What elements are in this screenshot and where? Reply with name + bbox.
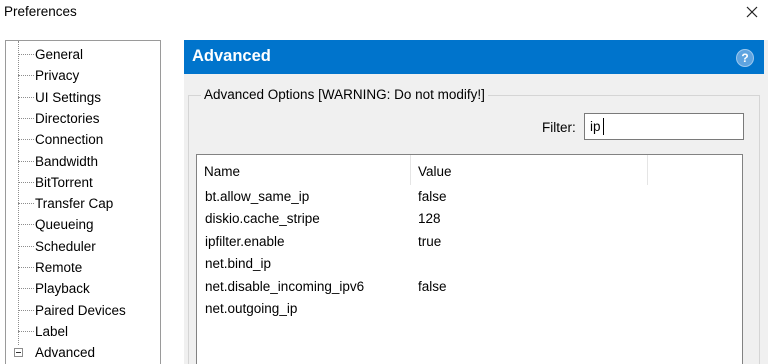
tree-branch-line — [18, 309, 34, 311]
sidebar-item-label: Directories — [35, 110, 100, 126]
column-header-name[interactable]: Name — [197, 155, 410, 185]
sidebar-item-general[interactable]: General — [6, 44, 160, 65]
sidebar-item-label: Bandwidth — [35, 153, 99, 169]
sidebar-item-label: Label — [35, 323, 69, 339]
tree-branch-line — [18, 160, 34, 162]
option-value: false — [418, 189, 447, 204]
help-icon[interactable]: ? — [736, 49, 754, 67]
tree-branch-line — [18, 139, 34, 141]
sidebar-item-label: Connection — [35, 132, 104, 148]
window-title: Preferences — [4, 4, 77, 19]
sidebar-item-directories[interactable]: Directories — [6, 108, 160, 129]
option-name: net.disable_incoming_ipv6 — [205, 278, 365, 294]
tree-branch-line — [18, 181, 34, 183]
sidebar-item-playback[interactable]: Playback — [6, 278, 160, 299]
sidebar-item-ui-settings[interactable]: UI Settings — [6, 87, 160, 108]
sidebar-item-scheduler[interactable]: Scheduler — [6, 236, 160, 257]
sidebar-item-label: Transfer Cap — [35, 196, 114, 212]
sidebar-item-bandwidth[interactable]: Bandwidth — [6, 151, 160, 172]
sidebar-item-label: Advanced — [35, 345, 96, 361]
text-caret — [603, 118, 604, 135]
option-name: net.outgoing_ip — [205, 301, 298, 316]
list-item[interactable]: net.disable_incoming_ipv6 false — [197, 276, 742, 298]
option-name: diskio.cache_stripe — [205, 211, 320, 227]
sidebar-item-label: UI Settings — [35, 89, 102, 105]
filter-input[interactable] — [584, 113, 744, 140]
tree-branch-line — [18, 245, 34, 247]
sidebar-item-label: Queueing — [35, 217, 94, 233]
option-name: net.bind_ip — [205, 256, 272, 272]
column-header-name-label: Name — [204, 164, 241, 179]
tree-branch-line — [18, 54, 34, 55]
sidebar-item-label: Privacy — [35, 68, 80, 84]
option-value: 128 — [418, 211, 441, 227]
tree-branch-line — [18, 96, 34, 98]
sidebar-item-label: Paired Devices — [35, 302, 126, 318]
option-value: false — [418, 278, 447, 294]
advanced-panel: Advanced ? Advanced Options [WARNING: Do… — [184, 40, 768, 364]
sidebar-item-transfer-cap[interactable]: Transfer Cap — [6, 193, 160, 214]
option-value: true — [418, 233, 442, 249]
list-item[interactable]: net.outgoing_ip — [197, 298, 742, 320]
close-icon[interactable] — [742, 2, 762, 22]
sidebar-item-label: General — [35, 47, 84, 62]
tree-branch-line — [18, 75, 34, 77]
option-name: bt.allow_same_ip — [205, 189, 310, 204]
column-separator[interactable] — [647, 155, 648, 185]
sidebar-item-paired-devices[interactable]: Paired Devices — [6, 300, 160, 321]
filter-label: Filter: — [542, 120, 576, 135]
sidebar-item-remote[interactable]: Remote — [6, 257, 160, 278]
sidebar-item-connection[interactable]: Connection — [6, 129, 160, 150]
sidebar-item-label: Scheduler — [35, 238, 96, 254]
title-bar: Preferences — [0, 0, 768, 26]
sidebar-item-label: Remote — [35, 260, 83, 275]
options-list[interactable]: Name Value bt.allow_same_ip false diskio.c… — [196, 154, 743, 364]
category-tree[interactable]: General Privacy UI Settings Directories Conn… — [5, 40, 161, 364]
tree-branch-line — [18, 203, 34, 205]
tree-branch-line — [18, 267, 34, 268]
sidebar-item-privacy[interactable]: Privacy — [6, 65, 160, 86]
tree-branch-line — [18, 117, 34, 119]
group-label: Advanced Options [WARNING: Do not modify… — [201, 87, 488, 102]
list-item[interactable]: net.bind_ip — [197, 253, 742, 275]
list-item[interactable]: ipfilter.enable true — [197, 231, 742, 253]
column-header-value[interactable]: Value — [411, 155, 647, 185]
sidebar-item-label[interactable]: Label — [6, 321, 160, 342]
sidebar-item-label: Playback — [35, 281, 90, 297]
panel-header: Advanced ? — [184, 40, 764, 74]
tree-branch-line — [18, 224, 34, 226]
sidebar-item-queueing[interactable]: Queueing — [6, 214, 160, 235]
sidebar-item-advanced[interactable]: Advanced — [6, 342, 160, 363]
panel-title: Advanced — [192, 47, 271, 65]
sidebar-item-bittorrent[interactable]: BitTorrent — [6, 172, 160, 193]
column-header-value-label: Value — [418, 164, 452, 179]
tree-branch-line — [18, 330, 34, 332]
sidebar-item-label: BitTorrent — [35, 174, 93, 190]
collapse-icon[interactable] — [14, 348, 23, 358]
option-name: ipfilter.enable — [205, 233, 285, 249]
list-item[interactable]: diskio.cache_stripe 128 — [197, 208, 742, 230]
list-item[interactable]: bt.allow_same_ip false — [197, 186, 742, 208]
tree-branch-line — [18, 288, 34, 290]
